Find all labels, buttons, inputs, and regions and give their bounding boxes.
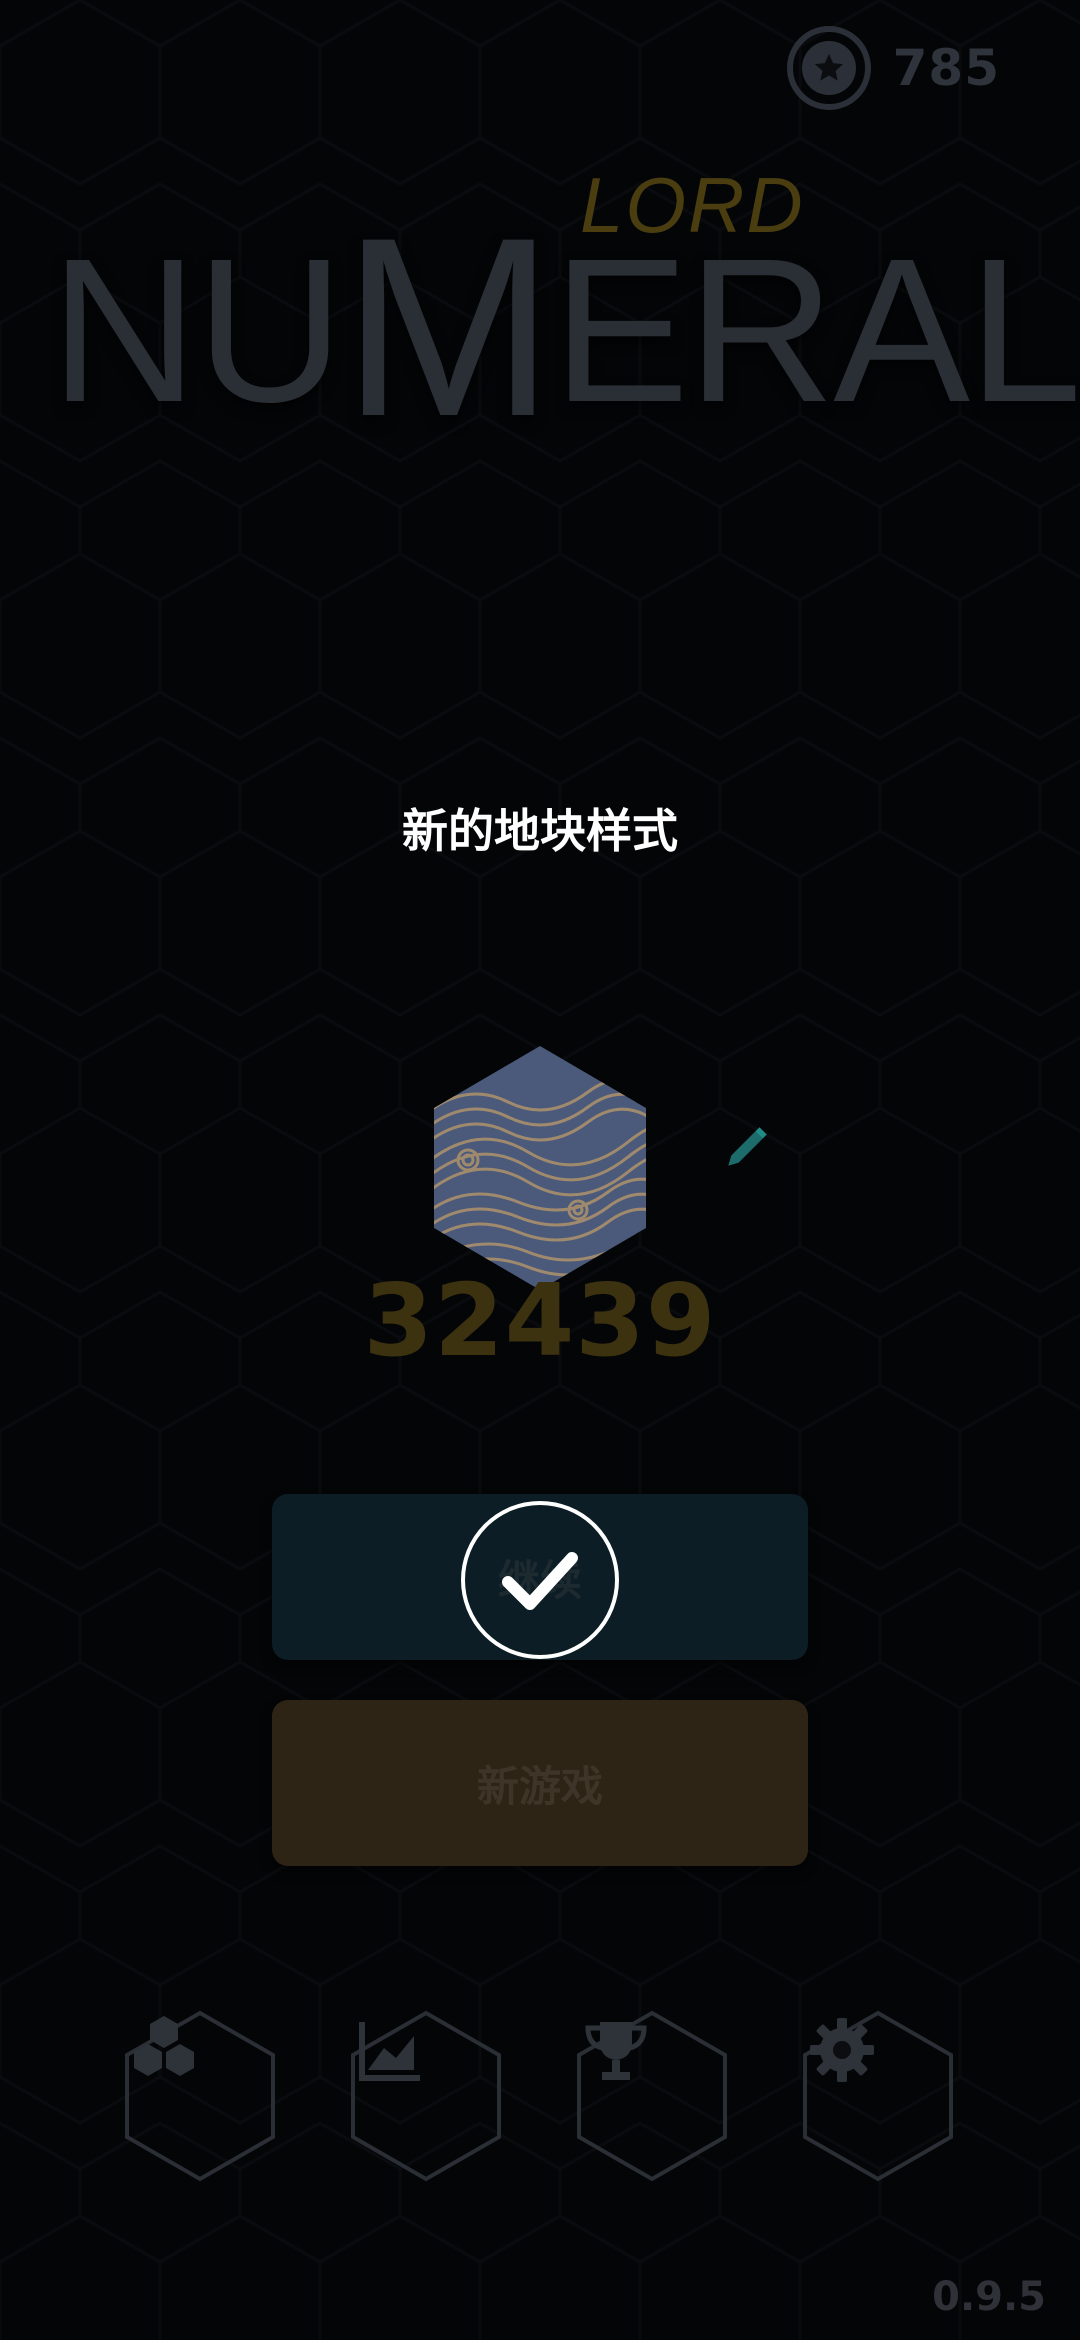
- logo-lord: LORD: [580, 161, 805, 249]
- app-logo: NUMERAL LORD: [50, 160, 1080, 455]
- nav-settings-button[interactable]: [802, 2010, 954, 2182]
- coin-balance: 785: [786, 26, 1000, 110]
- score-value: 32439: [363, 1262, 717, 1379]
- edit-pencil-icon[interactable]: [722, 1122, 772, 1172]
- version-label: 0.9.5: [932, 2274, 1046, 2320]
- star-coin-icon: [786, 26, 871, 110]
- stats-chart-icon: [359, 2022, 420, 2081]
- new-game-button[interactable]: 新游戏: [272, 1700, 808, 1866]
- popup-title: 新的地块样式: [402, 804, 678, 858]
- gear-icon: [810, 2018, 874, 2082]
- confirm-checkmark-button[interactable]: [461, 1501, 619, 1659]
- trophy-icon: [585, 2022, 647, 2080]
- app-screen: 785 NUMERAL LORD 新的地块样式 32439 继续 新游戏 0.9…: [0, 0, 1080, 2340]
- nav-trophy-button[interactable]: [576, 2010, 728, 2182]
- nav-stats-button[interactable]: [350, 2010, 502, 2182]
- checkmark-icon: [502, 1552, 578, 1610]
- hex-tiles-icon: [134, 2016, 194, 2076]
- nav-tiles-button[interactable]: [124, 2010, 276, 2182]
- tile-style-preview: [428, 1042, 652, 1294]
- coin-count: 785: [892, 39, 1000, 97]
- logo-numeral: NUMERAL: [50, 185, 1080, 470]
